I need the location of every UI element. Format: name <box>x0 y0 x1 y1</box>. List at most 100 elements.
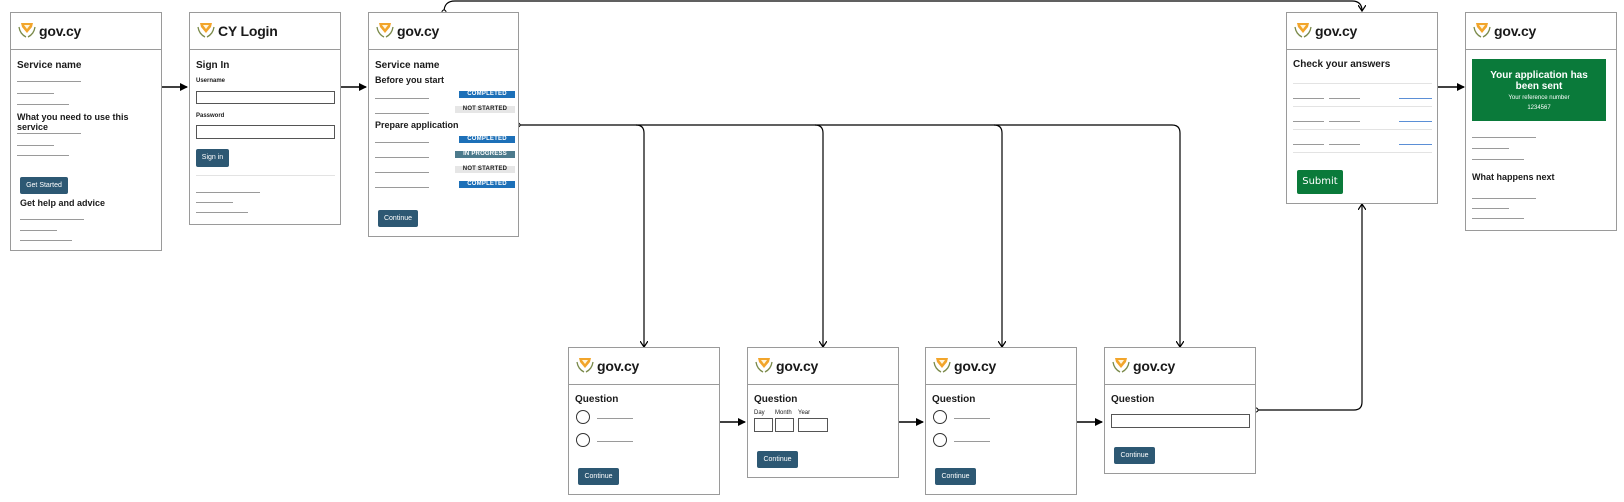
page-title: Check your answers <box>1293 59 1391 70</box>
year-input[interactable] <box>798 418 828 432</box>
section-heading: What happens next <box>1472 172 1555 182</box>
cyprus-emblem-icon <box>1111 354 1131 379</box>
screen-question-radio-2: gov.cy Question Continue <box>925 347 1077 495</box>
placeholder-line <box>17 104 69 105</box>
reference-label: Your reference number <box>1508 95 1570 101</box>
continue-button[interactable]: Continue <box>378 210 418 227</box>
summary-value <box>1329 144 1360 145</box>
section-heading: Prepare application <box>375 120 459 130</box>
status-tag: COMPLETED <box>459 181 515 188</box>
task-link[interactable] <box>375 113 429 114</box>
continue-button[interactable]: Continue <box>757 451 798 468</box>
radio-option[interactable] <box>576 433 590 447</box>
summary-key <box>1293 144 1324 145</box>
task-link[interactable] <box>375 98 429 99</box>
continue-button[interactable]: Continue <box>578 468 619 485</box>
brand-name: gov.cy <box>397 23 440 39</box>
placeholder-line <box>20 240 72 241</box>
cyprus-emblem-icon <box>575 354 595 379</box>
summary-divider <box>1293 129 1432 130</box>
question-title: Question <box>575 394 619 405</box>
screen-start-page: gov.cy Service name What you need to use… <box>10 12 162 251</box>
screen-question-text: gov.cy Question Continue <box>1104 347 1256 474</box>
header: gov.cy <box>1466 13 1616 50</box>
header: gov.cy <box>748 348 898 385</box>
change-link[interactable] <box>1399 98 1432 99</box>
submit-button[interactable]: Submit <box>1297 170 1343 194</box>
placeholder-line <box>17 81 81 82</box>
section-heading: Get help and advice <box>20 198 106 208</box>
screen-confirmation: gov.cy Your application has been sent Yo… <box>1465 12 1617 231</box>
brand-name: gov.cy <box>1133 358 1176 374</box>
brand-name: gov.cy <box>954 358 997 374</box>
radio-label-placeholder <box>954 441 990 442</box>
answer-input[interactable] <box>1111 414 1250 428</box>
screen-question-radio-1: gov.cy Question Continue <box>568 347 720 495</box>
header: CY Login <box>190 13 340 50</box>
summary-divider <box>1293 83 1432 84</box>
task-link[interactable] <box>375 187 429 188</box>
placeholder-line <box>17 133 81 134</box>
placeholder-line <box>1472 137 1536 138</box>
task-link[interactable] <box>375 142 429 143</box>
password-label: Password <box>196 113 225 119</box>
placeholder-line <box>196 212 248 213</box>
login-brand-name: CY Login <box>218 23 278 39</box>
cyprus-emblem-icon <box>1293 19 1313 44</box>
screen-question-date: gov.cy Question Day Month Year Continue <box>747 347 899 478</box>
get-started-button[interactable]: Get Started <box>20 177 68 194</box>
status-tag: IN PROGRESS <box>455 151 515 158</box>
placeholder-line <box>17 155 69 156</box>
brand-name: gov.cy <box>597 358 640 374</box>
radio-label-placeholder <box>597 418 633 419</box>
change-link[interactable] <box>1399 121 1432 122</box>
day-input[interactable] <box>754 418 773 432</box>
cyprus-emblem-icon <box>932 354 952 379</box>
change-link[interactable] <box>1399 144 1432 145</box>
placeholder-line <box>17 93 54 94</box>
status-tag: COMPLETED <box>459 136 515 143</box>
radio-option[interactable] <box>933 433 947 447</box>
status-tag: NOT STARTED <box>455 166 515 173</box>
task-link[interactable] <box>375 172 429 173</box>
placeholder-line <box>1472 218 1524 219</box>
question-title: Question <box>1111 394 1155 405</box>
summary-key <box>1293 98 1324 99</box>
header: gov.cy <box>1105 348 1255 385</box>
header: gov.cy <box>926 348 1076 385</box>
header: gov.cy <box>569 348 719 385</box>
cyprus-emblem-icon <box>196 19 216 44</box>
connector-tasklist-to-check <box>443 0 1362 12</box>
radio-label-placeholder <box>597 441 633 442</box>
task-link[interactable] <box>375 157 429 158</box>
radio-option[interactable] <box>576 410 590 424</box>
brand-name: gov.cy <box>1315 23 1358 39</box>
sign-in-button[interactable]: Sign in <box>196 149 229 167</box>
screen-task-list: gov.cy Service name Before you start COM… <box>368 12 519 237</box>
placeholder-line <box>17 145 54 146</box>
header: gov.cy <box>11 13 161 50</box>
month-input[interactable] <box>775 418 794 432</box>
month-label: Month <box>775 410 792 416</box>
cyprus-emblem-icon <box>1472 19 1492 44</box>
placeholder-line <box>1472 198 1536 199</box>
continue-button[interactable]: Continue <box>1114 447 1155 464</box>
status-tag: COMPLETED <box>459 91 515 98</box>
continue-button[interactable]: Continue <box>935 468 976 485</box>
username-input[interactable] <box>196 91 335 104</box>
summary-key <box>1293 121 1324 122</box>
cyprus-emblem-icon <box>17 19 37 44</box>
summary-divider <box>1293 152 1432 153</box>
cyprus-emblem-icon <box>754 354 774 379</box>
radio-option[interactable] <box>933 410 947 424</box>
year-label: Year <box>798 410 811 416</box>
connector-q4-to-check <box>1256 204 1362 411</box>
username-label: Username <box>196 78 226 84</box>
page-title: Service name <box>375 60 440 71</box>
password-input[interactable] <box>196 125 335 139</box>
status-tag: NOT STARTED <box>455 106 515 113</box>
brand-name: gov.cy <box>1494 23 1537 39</box>
summary-divider <box>1293 106 1432 107</box>
placeholder-line <box>1472 148 1509 149</box>
brand-name: gov.cy <box>39 23 82 39</box>
